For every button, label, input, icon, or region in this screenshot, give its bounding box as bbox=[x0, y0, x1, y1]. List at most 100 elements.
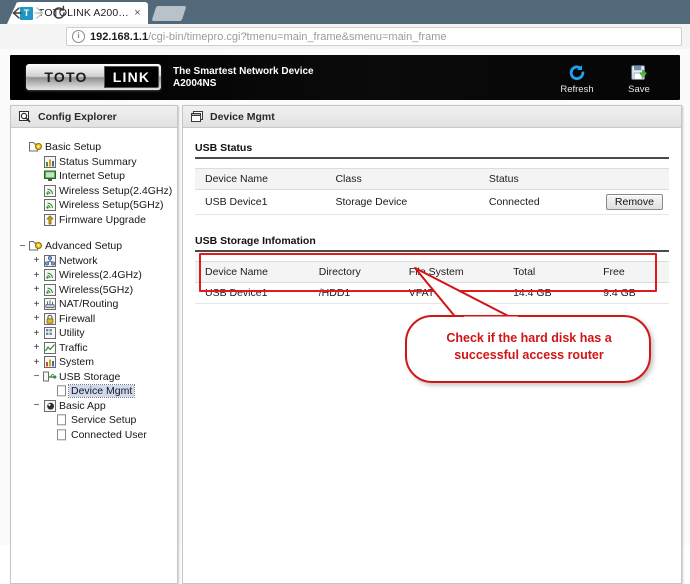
sidebar-item-label: Device Mgmt bbox=[67, 384, 136, 399]
config-explorer-header: Config Explorer bbox=[11, 106, 177, 128]
sidebar-item-wireless-setup-5ghz[interactable]: Wireless Setup(5GHz) bbox=[17, 198, 177, 213]
sidebar-item-service-setup[interactable]: Service Setup bbox=[17, 413, 177, 428]
monitor-icon bbox=[42, 170, 57, 182]
back-arrow-icon[interactable] bbox=[8, 4, 26, 22]
sidebar-item-network[interactable]: + Network bbox=[17, 254, 177, 269]
lock-icon bbox=[42, 312, 57, 325]
expand-icon[interactable]: + bbox=[31, 298, 42, 311]
refresh-button[interactable]: Refresh bbox=[554, 63, 600, 95]
cell-free: 9.4 GB bbox=[593, 282, 669, 304]
sidebar-item-nat-routing[interactable]: + NAT/Routing bbox=[17, 297, 177, 312]
save-label: Save bbox=[628, 84, 650, 95]
wireless-icon bbox=[42, 184, 57, 197]
header-tagline: The Smartest Network Device A2004NS bbox=[173, 66, 314, 90]
save-button[interactable]: Save bbox=[616, 63, 662, 95]
address-bar[interactable]: i 192.168.1.1/cgi-bin/timepro.cgi?tmenu=… bbox=[66, 27, 682, 46]
url-text: 192.168.1.1/cgi-bin/timepro.cgi?tmenu=ma… bbox=[90, 31, 446, 43]
forward-arrow-icon bbox=[30, 4, 48, 22]
sidebar-item-label: Firewall bbox=[59, 312, 96, 325]
sidebar-item-wireless-5ghz[interactable]: + Wireless(5GHz) bbox=[17, 283, 177, 298]
expand-icon[interactable]: + bbox=[31, 269, 42, 282]
annotation-line-1: Check if the hard disk has a bbox=[446, 331, 612, 345]
collapse-icon[interactable]: − bbox=[31, 399, 42, 412]
sidebar-item-usb-storage[interactable]: − USB Storage bbox=[17, 370, 177, 385]
web-page: TOTO LINK The Smartest Network Device A2… bbox=[0, 49, 690, 584]
col-device-name: Device Name bbox=[195, 168, 326, 190]
usb-status-table: Device Name Class Status USB Device1 Sto… bbox=[195, 168, 669, 215]
sidebar-item-advanced-setup[interactable]: − Advanced Setup bbox=[17, 239, 177, 254]
folder-gear-icon bbox=[28, 240, 43, 252]
folder-gear-icon bbox=[28, 141, 43, 153]
url-host: 192.168.1.1 bbox=[90, 30, 149, 43]
expand-icon[interactable]: + bbox=[31, 283, 42, 296]
expand-icon[interactable]: + bbox=[31, 312, 42, 325]
content-header: Device Mgmt bbox=[183, 106, 681, 128]
chart-icon bbox=[42, 155, 57, 168]
wireless-icon bbox=[42, 199, 57, 212]
col-directory: Directory bbox=[308, 261, 399, 283]
col-free: Free bbox=[593, 261, 669, 283]
expand-icon[interactable]: + bbox=[31, 254, 42, 267]
collapse-icon[interactable]: − bbox=[17, 240, 28, 253]
sidebar-item-connected-user[interactable]: Connected User bbox=[17, 428, 177, 443]
expand-icon[interactable]: + bbox=[31, 341, 42, 354]
sidebar-item-label: Traffic bbox=[59, 341, 88, 354]
collapse-icon[interactable]: − bbox=[31, 370, 42, 383]
expand-icon[interactable]: + bbox=[31, 327, 42, 340]
sidebar-item-label: Wireless Setup(5GHz) bbox=[59, 199, 164, 212]
sidebar-item-wireless-setup-2-4ghz[interactable]: Wireless Setup(2.4GHz) bbox=[17, 184, 177, 199]
totolink-logo: TOTO LINK bbox=[26, 64, 161, 90]
sidebar-item-status-summary[interactable]: Status Summary bbox=[17, 155, 177, 170]
cell-status: Connected bbox=[478, 189, 596, 215]
info-icon[interactable]: i bbox=[72, 30, 85, 43]
sidebar-item-basic-app[interactable]: − Basic App bbox=[17, 399, 177, 414]
save-floppy-icon bbox=[616, 63, 662, 83]
sidebar-item-label: USB Storage bbox=[59, 370, 121, 383]
expand-icon[interactable]: + bbox=[31, 356, 42, 369]
sidebar-item-firewall[interactable]: + Firewall bbox=[17, 312, 177, 327]
network-icon bbox=[42, 254, 57, 267]
sidebar-item-device-mgmt[interactable]: Device Mgmt bbox=[17, 384, 177, 399]
table-row: USB Device1 Storage Device Connected Rem… bbox=[195, 189, 669, 215]
cell-device-name: USB Device1 bbox=[195, 282, 309, 304]
utility-icon bbox=[42, 327, 57, 340]
browser-window: T TOTOLINK A2004NS × i 192.168.1.1/cgi-b… bbox=[0, 0, 690, 584]
sidebar-item-label: Wireless(2.4GHz) bbox=[59, 269, 142, 282]
sidebar-item-label: Utility bbox=[59, 327, 85, 340]
close-icon[interactable]: × bbox=[131, 7, 144, 20]
sidebar-item-system[interactable]: + System bbox=[17, 355, 177, 370]
table-row: USB Device1 /HDD1 VFAT 14.4 GB 9.4 GB bbox=[195, 282, 669, 304]
sidebar-item-label: Basic Setup bbox=[45, 141, 102, 154]
sidebar-item-utility[interactable]: + Utility bbox=[17, 326, 177, 341]
usb-status-section-title: USB Status bbox=[195, 142, 669, 159]
new-tab-button[interactable] bbox=[151, 6, 187, 21]
sidebar-item-traffic[interactable]: + Traffic bbox=[17, 341, 177, 356]
sidebar-item-wireless-2-4ghz[interactable]: + Wireless(2.4GHz) bbox=[17, 268, 177, 283]
cell-directory: /HDD1 bbox=[308, 282, 399, 304]
col-device-name: Device Name bbox=[195, 261, 309, 283]
sidebar-item-label: Wireless Setup(2.4GHz) bbox=[59, 184, 173, 197]
content-body: USB Status Device Name Class Status USB … bbox=[183, 128, 681, 304]
cell-class: Storage Device bbox=[325, 189, 479, 215]
firmware-icon bbox=[42, 213, 57, 226]
tab-strip: T TOTOLINK A2004NS × bbox=[0, 0, 690, 24]
model-name: A2004NS bbox=[173, 78, 217, 89]
sidebar-item-basic-setup[interactable]: Basic Setup bbox=[17, 140, 177, 155]
config-tree: Basic Setup Status Summary Internet Setup W… bbox=[11, 128, 177, 442]
sidebar-item-internet-setup[interactable]: Internet Setup bbox=[17, 169, 177, 184]
wireless-icon bbox=[42, 269, 57, 282]
usb-icon bbox=[42, 371, 57, 383]
sidebar-item-label: Wireless(5GHz) bbox=[59, 283, 134, 296]
sidebar-item-firmware-upgrade[interactable]: Firmware Upgrade bbox=[17, 213, 177, 228]
remove-button[interactable]: Remove bbox=[605, 194, 663, 210]
refresh-icon bbox=[554, 63, 600, 83]
annotation-line-2: successful access router bbox=[454, 348, 604, 362]
cell-device-name: USB Device1 bbox=[195, 189, 326, 215]
usb-storage-table: Device Name Directory File System Total … bbox=[195, 261, 669, 304]
header-actions: Refresh Save bbox=[554, 63, 662, 95]
reload-icon[interactable] bbox=[50, 4, 68, 22]
explorer-icon bbox=[19, 110, 31, 123]
col-action bbox=[595, 168, 669, 190]
wireless-icon bbox=[42, 283, 57, 296]
cell-action: Remove bbox=[595, 189, 669, 215]
